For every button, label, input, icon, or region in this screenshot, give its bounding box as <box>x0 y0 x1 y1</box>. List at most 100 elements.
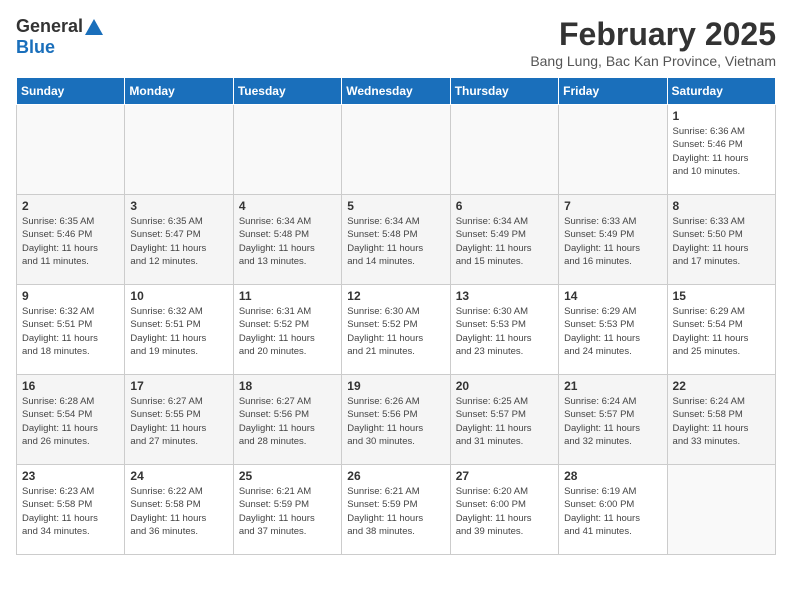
cell-info: Sunrise: 6:30 AM Sunset: 5:52 PM Dayligh… <box>347 305 444 358</box>
calendar-table: SundayMondayTuesdayWednesdayThursdayFrid… <box>16 77 776 555</box>
day-number: 16 <box>22 379 119 393</box>
calendar-cell: 6 Sunrise: 6:34 AM Sunset: 5:49 PM Daylig… <box>450 195 558 285</box>
week-row-2: 2 Sunrise: 6:35 AM Sunset: 5:46 PM Daylig… <box>17 195 776 285</box>
calendar-cell: 25 Sunrise: 6:21 AM Sunset: 5:59 PM Dayli… <box>233 465 341 555</box>
cell-info: Sunrise: 6:36 AM Sunset: 5:46 PM Dayligh… <box>673 125 770 178</box>
calendar-cell: 5Sunrise: 6:34 AM Sunset: 5:48 PM Daylig… <box>342 195 450 285</box>
day-number: 10 <box>130 289 227 303</box>
logo: General Blue <box>16 16 103 58</box>
calendar-cell: 19 Sunrise: 6:26 AM Sunset: 5:56 PM Dayli… <box>342 375 450 465</box>
cell-info: Sunrise: 6:30 AM Sunset: 5:53 PM Dayligh… <box>456 305 553 358</box>
cell-info: Sunrise: 6:26 AM Sunset: 5:56 PM Dayligh… <box>347 395 444 448</box>
weekday-thursday: Thursday <box>450 78 558 105</box>
week-row-1: 1Sunrise: 6:36 AM Sunset: 5:46 PM Daylig… <box>17 105 776 195</box>
calendar-cell: 18 Sunrise: 6:27 AM Sunset: 5:56 PM Dayli… <box>233 375 341 465</box>
cell-info: Sunrise: 6:20 AM Sunset: 6:00 PM Dayligh… <box>456 485 553 538</box>
calendar-cell: 4 Sunrise: 6:34 AM Sunset: 5:48 PM Daylig… <box>233 195 341 285</box>
cell-info: Sunrise: 6:35 AM Sunset: 5:46 PM Dayligh… <box>22 215 119 268</box>
cell-info: Sunrise: 6:29 AM Sunset: 5:53 PM Dayligh… <box>564 305 661 358</box>
calendar-cell <box>125 105 233 195</box>
day-number: 14 <box>564 289 661 303</box>
calendar-cell: 14 Sunrise: 6:29 AM Sunset: 5:53 PM Dayli… <box>559 285 667 375</box>
day-number: 26 <box>347 469 444 483</box>
day-number: 11 <box>239 289 336 303</box>
day-number: 19 <box>347 379 444 393</box>
weekday-wednesday: Wednesday <box>342 78 450 105</box>
cell-info: Sunrise: 6:29 AM Sunset: 5:54 PM Dayligh… <box>673 305 770 358</box>
calendar-cell: 15 Sunrise: 6:29 AM Sunset: 5:54 PM Dayli… <box>667 285 775 375</box>
calendar-cell: 7Sunrise: 6:33 AM Sunset: 5:49 PM Daylig… <box>559 195 667 285</box>
calendar-cell: 26 Sunrise: 6:21 AM Sunset: 5:59 PM Dayli… <box>342 465 450 555</box>
calendar-cell <box>667 465 775 555</box>
calendar-cell <box>233 105 341 195</box>
day-number: 4 <box>239 199 336 213</box>
day-number: 7 <box>564 199 661 213</box>
weekday-friday: Friday <box>559 78 667 105</box>
cell-info: Sunrise: 6:19 AM Sunset: 6:00 PM Dayligh… <box>564 485 661 538</box>
day-number: 6 <box>456 199 553 213</box>
cell-info: Sunrise: 6:25 AM Sunset: 5:57 PM Dayligh… <box>456 395 553 448</box>
day-number: 5 <box>347 199 444 213</box>
title-area: February 2025 Bang Lung, Bac Kan Provinc… <box>530 16 776 69</box>
cell-info: Sunrise: 6:34 AM Sunset: 5:49 PM Dayligh… <box>456 215 553 268</box>
day-number: 18 <box>239 379 336 393</box>
calendar-cell <box>559 105 667 195</box>
day-number: 25 <box>239 469 336 483</box>
logo-icon <box>85 19 103 35</box>
calendar-cell: 27Sunrise: 6:20 AM Sunset: 6:00 PM Dayli… <box>450 465 558 555</box>
calendar-cell: 2 Sunrise: 6:35 AM Sunset: 5:46 PM Daylig… <box>17 195 125 285</box>
day-number: 3 <box>130 199 227 213</box>
calendar-cell: 28 Sunrise: 6:19 AM Sunset: 6:00 PM Dayli… <box>559 465 667 555</box>
calendar-cell: 11 Sunrise: 6:31 AM Sunset: 5:52 PM Dayli… <box>233 285 341 375</box>
day-number: 20 <box>456 379 553 393</box>
weekday-monday: Monday <box>125 78 233 105</box>
cell-info: Sunrise: 6:32 AM Sunset: 5:51 PM Dayligh… <box>22 305 119 358</box>
logo-blue: Blue <box>16 37 55 57</box>
calendar-cell: 3 Sunrise: 6:35 AM Sunset: 5:47 PM Daylig… <box>125 195 233 285</box>
cell-info: Sunrise: 6:27 AM Sunset: 5:56 PM Dayligh… <box>239 395 336 448</box>
day-number: 28 <box>564 469 661 483</box>
weekday-header-row: SundayMondayTuesdayWednesdayThursdayFrid… <box>17 78 776 105</box>
week-row-5: 23Sunrise: 6:23 AM Sunset: 5:58 PM Dayli… <box>17 465 776 555</box>
calendar-cell: 24Sunrise: 6:22 AM Sunset: 5:58 PM Dayli… <box>125 465 233 555</box>
day-number: 8 <box>673 199 770 213</box>
location-title: Bang Lung, Bac Kan Province, Vietnam <box>530 53 776 69</box>
cell-info: Sunrise: 6:28 AM Sunset: 5:54 PM Dayligh… <box>22 395 119 448</box>
month-title: February 2025 <box>530 16 776 53</box>
day-number: 13 <box>456 289 553 303</box>
day-number: 9 <box>22 289 119 303</box>
calendar-cell: 10 Sunrise: 6:32 AM Sunset: 5:51 PM Dayli… <box>125 285 233 375</box>
calendar-cell: 1Sunrise: 6:36 AM Sunset: 5:46 PM Daylig… <box>667 105 775 195</box>
day-number: 2 <box>22 199 119 213</box>
cell-info: Sunrise: 6:31 AM Sunset: 5:52 PM Dayligh… <box>239 305 336 358</box>
cell-info: Sunrise: 6:34 AM Sunset: 5:48 PM Dayligh… <box>239 215 336 268</box>
weekday-sunday: Sunday <box>17 78 125 105</box>
day-number: 21 <box>564 379 661 393</box>
cell-info: Sunrise: 6:21 AM Sunset: 5:59 PM Dayligh… <box>347 485 444 538</box>
calendar-cell: 16 Sunrise: 6:28 AM Sunset: 5:54 PM Dayli… <box>17 375 125 465</box>
calendar-cell: 22 Sunrise: 6:24 AM Sunset: 5:58 PM Dayli… <box>667 375 775 465</box>
calendar-cell: 9 Sunrise: 6:32 AM Sunset: 5:51 PM Daylig… <box>17 285 125 375</box>
calendar-cell: 17 Sunrise: 6:27 AM Sunset: 5:55 PM Dayli… <box>125 375 233 465</box>
day-number: 22 <box>673 379 770 393</box>
calendar-cell <box>17 105 125 195</box>
calendar-cell <box>450 105 558 195</box>
weekday-saturday: Saturday <box>667 78 775 105</box>
calendar-cell: 12Sunrise: 6:30 AM Sunset: 5:52 PM Dayli… <box>342 285 450 375</box>
week-row-4: 16 Sunrise: 6:28 AM Sunset: 5:54 PM Dayli… <box>17 375 776 465</box>
cell-info: Sunrise: 6:24 AM Sunset: 5:58 PM Dayligh… <box>673 395 770 448</box>
cell-info: Sunrise: 6:23 AM Sunset: 5:58 PM Dayligh… <box>22 485 119 538</box>
calendar-cell: 13 Sunrise: 6:30 AM Sunset: 5:53 PM Dayli… <box>450 285 558 375</box>
cell-info: Sunrise: 6:27 AM Sunset: 5:55 PM Dayligh… <box>130 395 227 448</box>
day-number: 17 <box>130 379 227 393</box>
cell-info: Sunrise: 6:32 AM Sunset: 5:51 PM Dayligh… <box>130 305 227 358</box>
calendar-cell: 8 Sunrise: 6:33 AM Sunset: 5:50 PM Daylig… <box>667 195 775 285</box>
calendar-body: 1Sunrise: 6:36 AM Sunset: 5:46 PM Daylig… <box>17 105 776 555</box>
cell-info: Sunrise: 6:35 AM Sunset: 5:47 PM Dayligh… <box>130 215 227 268</box>
calendar-cell: 21Sunrise: 6:24 AM Sunset: 5:57 PM Dayli… <box>559 375 667 465</box>
weekday-tuesday: Tuesday <box>233 78 341 105</box>
cell-info: Sunrise: 6:33 AM Sunset: 5:50 PM Dayligh… <box>673 215 770 268</box>
day-number: 24 <box>130 469 227 483</box>
day-number: 15 <box>673 289 770 303</box>
cell-info: Sunrise: 6:21 AM Sunset: 5:59 PM Dayligh… <box>239 485 336 538</box>
